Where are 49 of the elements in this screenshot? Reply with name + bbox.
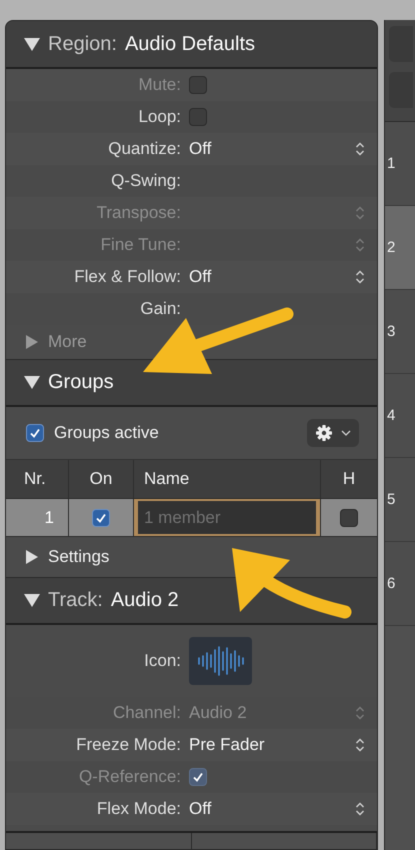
property-label: Q-Reference:: [78, 767, 181, 787]
gear-menu-button[interactable]: [307, 419, 359, 447]
property-label: Channel:: [112, 703, 181, 723]
checkbox[interactable]: [340, 508, 358, 526]
track-number: 6: [387, 575, 396, 592]
caret-icon: [341, 430, 351, 436]
checkbox[interactable]: [92, 508, 110, 526]
section-label: Region:: [48, 32, 117, 56]
property-label: Icon:: [143, 651, 181, 671]
popup-value[interactable]: Off: [189, 267, 212, 287]
popup-value[interactable]: Off: [189, 799, 212, 819]
track-number: 2: [387, 239, 396, 256]
name-field[interactable]: 1 member: [134, 499, 320, 536]
property-label: Q-Swing:: [110, 171, 181, 191]
track-header[interactable]: 2: [385, 206, 415, 290]
checkmark-icon: [29, 427, 41, 439]
waveform-icon: [198, 646, 244, 676]
property-label: Transpose:: [96, 203, 181, 223]
checkmark-icon: [192, 771, 204, 783]
track-number: 5: [387, 491, 396, 508]
property-label: Mute:: [137, 75, 181, 95]
property-label: Flex Mode:: [96, 799, 181, 819]
checkbox[interactable]: [26, 424, 44, 442]
checkmark-icon: [95, 512, 107, 524]
settings-toggle[interactable]: Settings: [48, 547, 110, 567]
track-name: Audio 2: [110, 589, 179, 612]
popup-value[interactable]: Pre Fader: [189, 735, 265, 755]
checkbox-label: Groups active: [54, 423, 159, 443]
track-icon-button[interactable]: [189, 637, 252, 685]
track-number: 1: [387, 155, 396, 172]
section-title: Groups: [48, 371, 114, 394]
property-label: Gain:: [139, 299, 181, 319]
property-label: Quantize:: [107, 139, 181, 159]
section-label: Track:: [48, 589, 103, 612]
column-header[interactable]: On: [69, 460, 134, 498]
popup-value[interactable]: Off: [189, 139, 212, 159]
group-number: 1: [44, 508, 54, 528]
property-label: Loop:: [137, 107, 181, 127]
checkbox[interactable]: [189, 108, 207, 126]
property-label: Freeze Mode:: [75, 735, 181, 755]
gear-icon: [315, 424, 333, 442]
column-header[interactable]: Name: [134, 460, 321, 498]
track-number: 3: [387, 323, 396, 340]
region-name: Audio Defaults: [124, 32, 256, 56]
property-label: Flex & Follow:: [73, 267, 181, 287]
track-number: 4: [387, 407, 396, 424]
column-header[interactable]: Nr.: [6, 460, 69, 498]
property-label: Fine Tune:: [100, 235, 181, 255]
column-header[interactable]: H: [321, 460, 377, 498]
